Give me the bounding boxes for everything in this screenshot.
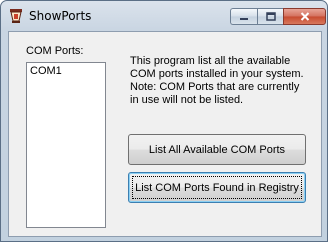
com-ports-list[interactable]: COM1 [26,62,106,228]
info-text: This program list all the available COM … [130,55,304,106]
window-title: ShowPorts [29,9,92,23]
close-icon [300,12,309,21]
list-registry-ports-label: List COM Ports Found in Registry [135,181,299,194]
close-button[interactable] [283,8,326,25]
app-icon[interactable] [8,8,24,24]
main-window: ShowPorts COM Ports: COM1 This program l… [0,0,328,242]
maximize-icon [265,12,276,21]
com-ports-label: COM Ports: [26,45,84,57]
list-item[interactable]: COM1 [27,63,105,77]
list-all-ports-button[interactable]: List All Available COM Ports [128,134,306,165]
minimize-icon [240,17,248,20]
title-bar[interactable]: ShowPorts [1,1,327,31]
list-registry-ports-button[interactable]: List COM Ports Found in Registry [128,172,306,203]
client-area: COM Ports: COM1 This program list all th… [8,31,322,237]
maximize-button[interactable] [257,8,283,25]
caption-buttons [230,8,326,26]
minimize-button[interactable] [230,8,257,25]
